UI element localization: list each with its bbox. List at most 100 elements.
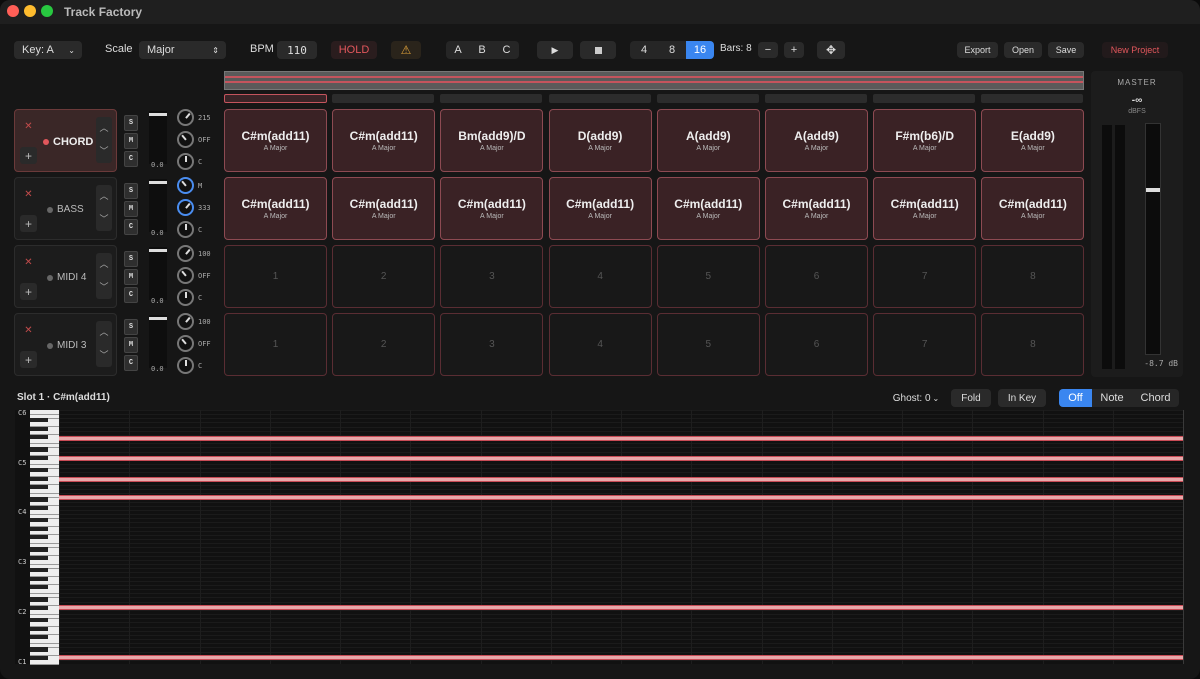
- track-reorder-arrows[interactable]: ︿ ﹀: [96, 321, 112, 367]
- chord-slot[interactable]: C#m(add11) A Major: [873, 177, 977, 240]
- empty-slot[interactable]: 6: [765, 313, 868, 376]
- track-clip-button[interactable]: C: [124, 219, 138, 235]
- track-volume-fader[interactable]: [149, 179, 167, 232]
- empty-slot[interactable]: 7: [873, 313, 977, 376]
- track-mute-button[interactable]: M: [124, 201, 138, 217]
- track-knob[interactable]: [177, 109, 194, 126]
- piano-white-key[interactable]: [30, 492, 59, 494]
- chevron-down-icon[interactable]: ﹀: [96, 208, 112, 231]
- hold-button[interactable]: HOLD: [331, 41, 377, 59]
- piano-white-key[interactable]: [30, 542, 59, 544]
- mode-off-button[interactable]: Off: [1059, 389, 1092, 407]
- slot-selector-bar[interactable]: [440, 94, 543, 103]
- track-clip-button[interactable]: C: [124, 287, 138, 303]
- piano-black-key[interactable]: [30, 447, 48, 452]
- track-knob[interactable]: [177, 131, 194, 148]
- piano-black-key[interactable]: [30, 526, 48, 531]
- track-header[interactable]: ✕ + CHORD ︿ ﹀: [14, 109, 117, 172]
- track-clip-button[interactable]: C: [124, 151, 138, 167]
- close-window-button[interactable]: [7, 5, 19, 17]
- track-solo-button[interactable]: S: [124, 251, 138, 267]
- piano-black-key[interactable]: [30, 497, 48, 502]
- ghost-select[interactable]: Ghost: 0 ⌄: [888, 390, 944, 406]
- track-knob[interactable]: [177, 335, 194, 352]
- piano-black-key[interactable]: [30, 455, 48, 460]
- key-select[interactable]: Key: A ⌄: [14, 41, 82, 59]
- piano-white-key[interactable]: [30, 563, 59, 565]
- pattern-c-button[interactable]: C: [494, 41, 519, 59]
- chord-slot[interactable]: C#m(add11) A Major: [765, 177, 868, 240]
- track-volume-fader[interactable]: [149, 247, 167, 300]
- piano-black-key[interactable]: [30, 655, 48, 660]
- track-knob[interactable]: [177, 289, 194, 306]
- track-knob[interactable]: [177, 245, 194, 262]
- empty-slot[interactable]: 2: [332, 313, 436, 376]
- chevron-up-icon[interactable]: ︿: [96, 253, 112, 276]
- piano-black-key[interactable]: [30, 584, 48, 590]
- chord-slot[interactable]: F#m(b6)/D A Major: [873, 109, 977, 172]
- empty-slot[interactable]: 8: [981, 313, 1085, 376]
- piano-black-key[interactable]: [30, 618, 48, 623]
- track-mute-button[interactable]: M: [124, 269, 138, 285]
- chevron-down-icon[interactable]: ﹀: [96, 344, 112, 367]
- piano-white-key[interactable]: [30, 613, 59, 615]
- piano-black-key[interactable]: [30, 634, 48, 639]
- piano-black-key[interactable]: [30, 555, 48, 560]
- pattern-b-button[interactable]: B: [470, 41, 494, 59]
- track-volume-fader[interactable]: [149, 111, 167, 164]
- midi-note[interactable]: [59, 477, 1183, 482]
- slot-selector-bar[interactable]: [332, 94, 435, 103]
- slot-selector-bar[interactable]: [765, 94, 867, 103]
- chevron-up-icon[interactable]: ︿: [96, 321, 112, 344]
- track-knob[interactable]: [177, 313, 194, 330]
- bars-increase-button[interactable]: +: [784, 42, 804, 58]
- piano-black-key[interactable]: [30, 426, 48, 431]
- midi-note[interactable]: [59, 436, 1183, 441]
- track-knob[interactable]: [177, 199, 194, 216]
- fold-button[interactable]: Fold: [951, 389, 991, 407]
- midi-note[interactable]: [59, 495, 1183, 500]
- piano-black-key[interactable]: [30, 505, 48, 510]
- track-reorder-arrows[interactable]: ︿ ﹀: [96, 253, 112, 299]
- piano-black-key[interactable]: [30, 534, 48, 540]
- slot-selector-bar[interactable]: [656, 94, 759, 103]
- track-header[interactable]: ✕ + BASS ︿ ﹀: [14, 177, 117, 240]
- piano-black-key[interactable]: [30, 468, 48, 473]
- track-header[interactable]: ✕ + MIDI 4 ︿ ﹀: [14, 245, 117, 308]
- track-header[interactable]: ✕ + MIDI 3 ︿ ﹀: [14, 313, 117, 376]
- piano-black-key[interactable]: [30, 476, 48, 481]
- piano-black-key[interactable]: [30, 518, 48, 523]
- chord-slot[interactable]: E(add9) A Major: [981, 109, 1085, 172]
- bars-decrease-button[interactable]: −: [758, 42, 778, 58]
- zoom-window-button[interactable]: [41, 5, 53, 17]
- empty-slot[interactable]: 7: [873, 245, 977, 308]
- slot-selector-bar[interactable]: [981, 94, 1084, 103]
- steps-4-button[interactable]: 4: [630, 41, 658, 59]
- add-track-button[interactable]: +: [20, 283, 37, 300]
- stop-button[interactable]: [580, 41, 616, 59]
- chevron-down-icon[interactable]: ﹀: [96, 276, 112, 299]
- empty-slot[interactable]: 6: [765, 245, 868, 308]
- midi-note[interactable]: [59, 456, 1183, 461]
- piano-black-key[interactable]: [30, 605, 48, 610]
- delete-track-icon[interactable]: ✕: [23, 121, 34, 132]
- track-knob[interactable]: [177, 267, 194, 284]
- empty-slot[interactable]: 3: [440, 245, 544, 308]
- chord-slot[interactable]: C#m(add11) A Major: [332, 177, 436, 240]
- chord-slot[interactable]: C#m(add11) A Major: [548, 177, 652, 240]
- bpm-field[interactable]: 110: [277, 41, 317, 59]
- track-clip-button[interactable]: C: [124, 355, 138, 371]
- slot-selector-bar[interactable]: [548, 94, 651, 103]
- delete-track-icon[interactable]: ✕: [23, 325, 34, 336]
- mode-chord-button[interactable]: Chord: [1132, 389, 1179, 407]
- play-button[interactable]: ▶: [537, 41, 573, 59]
- piano-black-key[interactable]: [30, 568, 48, 573]
- track-mute-button[interactable]: M: [124, 133, 138, 149]
- midi-note[interactable]: [59, 655, 1183, 660]
- piano-black-key[interactable]: [30, 547, 48, 552]
- piano-black-key[interactable]: [30, 576, 48, 581]
- move-icon[interactable]: ✥: [817, 41, 845, 59]
- piano-black-key[interactable]: [30, 626, 48, 631]
- empty-slot[interactable]: 5: [656, 313, 760, 376]
- piano-white-key[interactable]: [30, 663, 59, 664]
